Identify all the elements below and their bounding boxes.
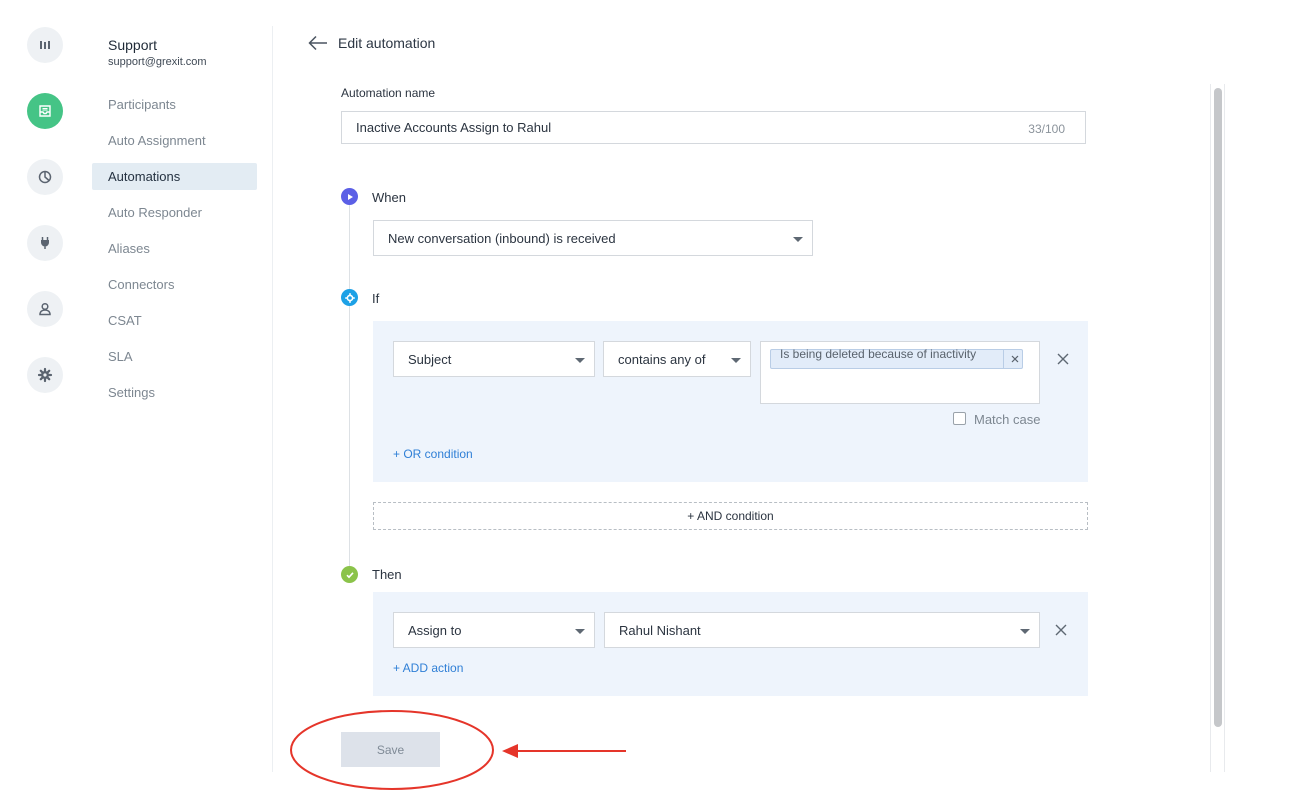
trigger-value: New conversation (inbound) is received — [388, 230, 616, 246]
integrations-rail-button[interactable] — [27, 225, 63, 261]
scrollbar-thumb[interactable] — [1214, 88, 1222, 727]
condition-field-value: Subject — [408, 351, 452, 367]
sidebar-item-connectors[interactable]: Connectors — [92, 271, 257, 298]
condition-operator-select[interactable]: contains any of — [603, 341, 751, 377]
or-condition-link[interactable]: + OR condition — [393, 447, 473, 461]
gear-icon — [344, 292, 355, 303]
tag-text: Is being deleted because of inactivity — [780, 347, 977, 361]
analytics-icon — [40, 41, 50, 49]
reports-icon — [38, 170, 52, 184]
action-type-value: Assign to — [408, 622, 462, 638]
match-case-label: Match case — [974, 412, 1041, 427]
annotation-overlay — [290, 710, 626, 790]
sidebar-item-settings[interactable]: Settings — [92, 379, 257, 406]
annotation-arrow-head — [502, 744, 518, 758]
settings-rail-button[interactable] — [27, 357, 63, 393]
condition-field-select[interactable]: Subject — [393, 341, 595, 377]
automation-name-input[interactable]: Inactive Accounts Assign to Rahul 33/100 — [341, 111, 1086, 144]
sidebar-item-automations[interactable]: Automations — [92, 163, 257, 190]
remove-tag-icon[interactable] — [1009, 353, 1021, 365]
automation-name-value: Inactive Accounts Assign to Rahul — [356, 120, 552, 135]
sidebar-item-auto-responder[interactable]: Auto Responder — [92, 199, 257, 226]
automation-name-label: Automation name — [341, 86, 436, 100]
sidebar-item-sla[interactable]: SLA — [92, 343, 257, 370]
chevron-down-icon — [575, 629, 585, 634]
assignee-select[interactable]: Rahul Nishant — [604, 612, 1040, 648]
chevron-down-icon — [575, 358, 585, 363]
and-condition-button[interactable]: + AND condition — [373, 502, 1088, 530]
when-label: When — [372, 190, 406, 205]
inbox-name: Support — [108, 37, 158, 53]
remove-action-icon[interactable] — [1054, 623, 1068, 637]
action-type-select[interactable]: Assign to — [393, 612, 595, 648]
chevron-down-icon — [1020, 629, 1030, 634]
page-title: Edit automation — [338, 35, 436, 51]
then-label: Then — [372, 567, 402, 582]
sidebar-item-participants[interactable]: Participants — [92, 91, 257, 118]
user-rail-button[interactable] — [27, 291, 63, 327]
sidebar-divider — [272, 26, 273, 772]
check-icon — [345, 571, 354, 578]
if-label: If — [372, 291, 380, 306]
inbox-icon — [39, 105, 51, 117]
trigger-select[interactable]: New conversation (inbound) is received — [373, 220, 813, 256]
integrations-plug-icon — [41, 237, 49, 249]
analytics-rail-button[interactable] — [27, 27, 63, 63]
settings-gear-icon — [37, 367, 53, 383]
steps-timeline — [349, 205, 350, 573]
tag-separator — [1003, 350, 1004, 368]
then-step-dot — [341, 566, 358, 583]
add-action-link[interactable]: + ADD action — [393, 661, 463, 675]
character-counter: 33/100 — [1028, 122, 1065, 136]
sidebar-item-csat[interactable]: CSAT — [92, 307, 257, 334]
sidebar-item-auto-assignment[interactable]: Auto Assignment — [92, 127, 257, 154]
remove-condition-icon[interactable] — [1056, 352, 1070, 366]
reports-rail-button[interactable] — [27, 159, 63, 195]
back-arrow-icon[interactable] — [307, 34, 329, 52]
play-icon — [347, 193, 353, 200]
user-icon — [39, 302, 51, 316]
if-step-dot — [341, 289, 358, 306]
assignee-value: Rahul Nishant — [619, 622, 701, 638]
condition-operator-value: contains any of — [618, 351, 706, 367]
chevron-down-icon — [793, 237, 803, 242]
sidebar-item-aliases[interactable]: Aliases — [92, 235, 257, 262]
condition-value-tag: Is being deleted because of inactivity — [770, 347, 1023, 369]
condition-value-tag-input[interactable]: Is being deleted because of inactivity — [760, 341, 1040, 404]
inbox-rail-button[interactable] — [27, 93, 63, 129]
annotation-circle — [290, 710, 494, 790]
when-step-dot — [341, 188, 358, 205]
inbox-email: support@grexit.com — [108, 56, 207, 68]
chevron-down-icon — [731, 358, 741, 363]
match-case-checkbox[interactable] — [953, 412, 966, 425]
